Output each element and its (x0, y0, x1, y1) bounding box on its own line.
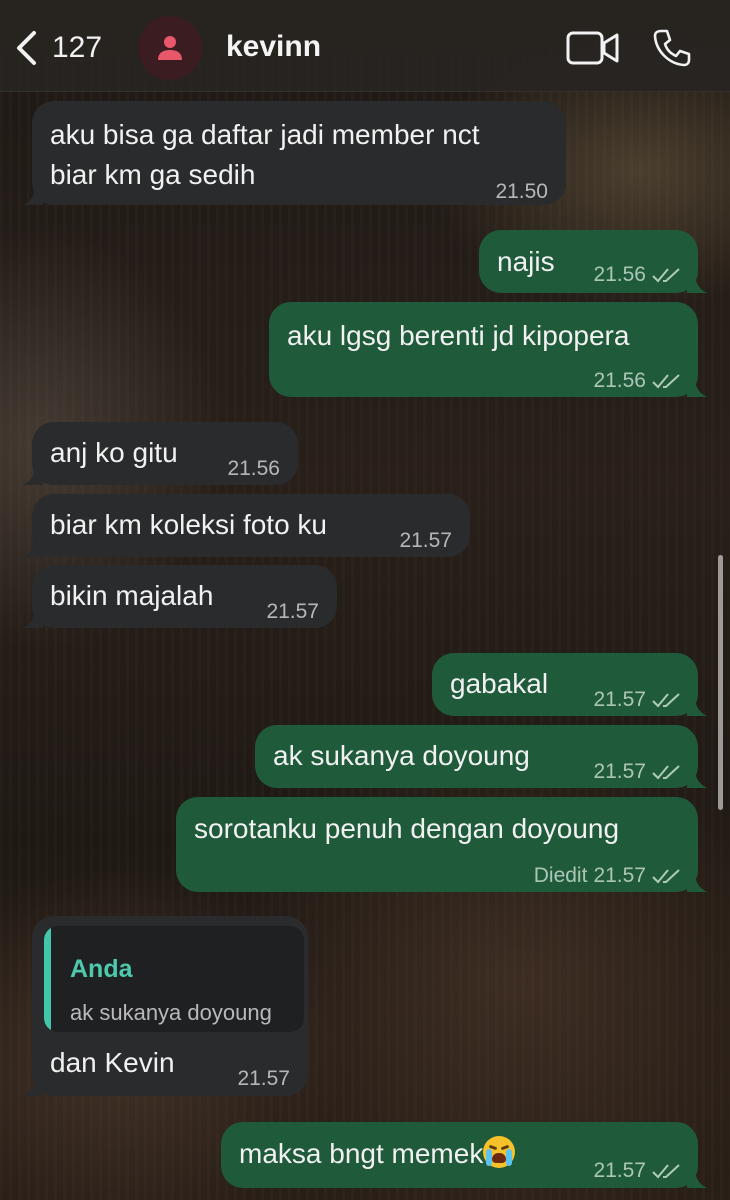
message-bubble-outgoing[interactable]: maksa bngt memek 21.57 (221, 1122, 707, 1190)
message-text: biar km koleksi foto ku (50, 509, 327, 540)
edited-label: Diedit (533, 864, 588, 887)
message-time: 21.57 (593, 688, 646, 711)
read-receipt-icon (652, 691, 682, 709)
avatar[interactable] (138, 16, 202, 80)
contact-name[interactable]: kevinn (226, 30, 321, 64)
message-bubble-incoming[interactable]: biar km koleksi foto ku 21.57 (23, 494, 470, 560)
message-meta: 21.57 (593, 681, 682, 719)
read-receipt-icon (652, 372, 682, 390)
message-text: sorotanku penuh dengan doyoung (194, 813, 620, 844)
message-text: bikin majalah (50, 580, 214, 611)
quoted-reply[interactable]: Anda ak sukanya doyoung (44, 926, 304, 1032)
scrollbar[interactable] (718, 555, 723, 810)
message-text: aku lgsg berenti jd kipopera (287, 320, 630, 351)
back-chevron-icon (17, 31, 36, 65)
video-call-icon[interactable] (566, 28, 620, 68)
read-receipt-icon (652, 266, 682, 284)
message-time: 21.57 (237, 1067, 290, 1090)
message-bubble-outgoing[interactable]: ak sukanya doyoung 21.57 (255, 725, 707, 791)
message-text: gabakal (450, 668, 549, 699)
message-list[interactable]: aku bisa ga daftar jadi member nct biar … (0, 92, 730, 1200)
message-time: 21.56 (227, 457, 280, 480)
message-text: aku bisa ga daftar jadi member nct (50, 119, 480, 150)
reply-author: Anda (70, 955, 133, 983)
message-bubble-outgoing[interactable]: sorotanku penuh dengan doyoung Diedit 21… (176, 797, 707, 895)
message-bubble-incoming[interactable]: bikin majalah 21.57 (23, 565, 337, 631)
back-button[interactable]: 127 (14, 28, 102, 68)
message-time: 21.56 (593, 263, 646, 286)
message-time: 21.57 (593, 1159, 646, 1182)
message-meta: 21.57 (593, 1152, 682, 1190)
message-meta: 21.57 (593, 753, 682, 791)
message-meta: 21.57 (237, 1060, 290, 1098)
message-meta: 21.56 (593, 256, 682, 294)
read-receipt-icon (652, 867, 682, 885)
loudly-crying-face-icon (483, 1136, 516, 1168)
message-text: najis (497, 246, 555, 277)
read-receipt-icon (652, 1162, 682, 1180)
message-time: 21.56 (593, 369, 646, 392)
bubble-tail (23, 537, 43, 557)
message-time: 21.57 (399, 529, 452, 552)
message-text: maksa bngt memek (239, 1135, 516, 1173)
contact-avatar-icon (158, 36, 182, 60)
bubble-tail (23, 1076, 43, 1096)
chat-header: 127 kevinn (0, 0, 730, 92)
message-bubble-incoming[interactable]: aku bisa ga daftar jadi member nct biar … (23, 101, 566, 205)
message-text: anj ko gitu (50, 437, 178, 468)
bubble-tail (687, 1168, 707, 1188)
read-receipt-icon (652, 763, 682, 781)
bubble-tail (687, 273, 707, 293)
message-time: 21.50 (495, 180, 548, 203)
bubble-tail (23, 608, 43, 628)
bubble-tail (687, 377, 707, 397)
message-meta: 21.57 (399, 522, 452, 560)
message-meta: 21.56 (227, 450, 280, 488)
message-meta: 21.50 (495, 173, 548, 211)
message-time: 21.57 (593, 760, 646, 783)
reply-text: ak sukanya doyoung (70, 1000, 272, 1025)
message-text: biar km ga sedih (50, 159, 256, 190)
message-time: 21.57 (266, 600, 319, 623)
message-text: ak sukanya doyoung (273, 740, 530, 771)
message-text-body: maksa bngt memek (239, 1138, 484, 1169)
unread-count: 127 (52, 31, 103, 64)
bubble-tail (687, 768, 707, 788)
message-bubble-outgoing[interactable]: aku lgsg berenti jd kipopera 21.56 (269, 302, 707, 400)
message-bubble-outgoing[interactable]: najis 21.56 (479, 230, 707, 294)
reply-accent-bar (44, 926, 51, 1032)
bubble-tail (23, 185, 43, 205)
message-bubble-outgoing[interactable]: gabakal 21.57 (432, 653, 707, 719)
message-bubble-incoming[interactable]: anj ko gitu 21.56 (23, 422, 298, 488)
bubble-tail (23, 465, 43, 485)
bubble-tail (687, 696, 707, 716)
phone-call-icon[interactable] (652, 28, 692, 68)
message-meta: 21.57 (266, 593, 319, 631)
bubble-tail (687, 872, 707, 892)
message-meta: 21.56 (593, 362, 682, 400)
message-time: 21.57 (593, 864, 646, 887)
message-text: dan Kevin (50, 1047, 175, 1078)
message-bubble-incoming[interactable]: Anda ak sukanya doyoung dan Kevin 21.57 (23, 916, 308, 1098)
message-meta: Diedit 21.57 (534, 857, 682, 895)
